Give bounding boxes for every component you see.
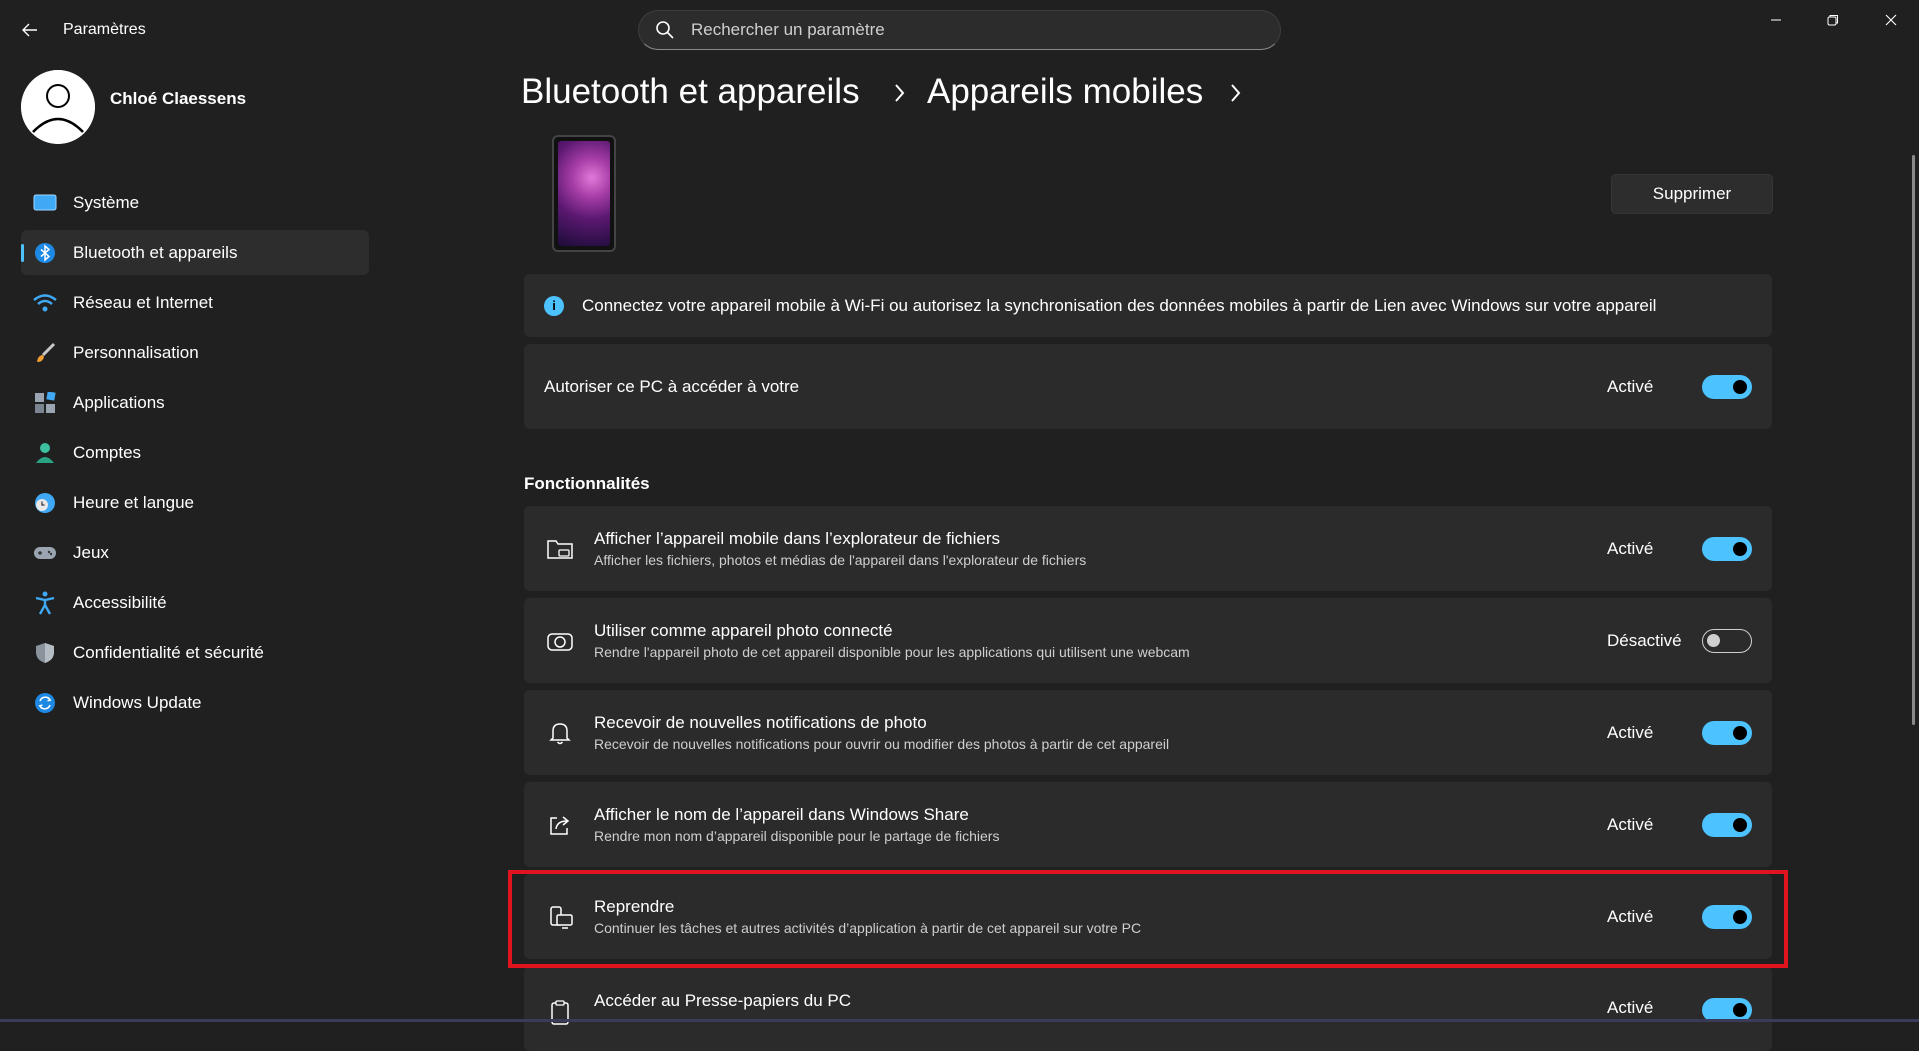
minimize-icon bbox=[1771, 19, 1781, 21]
photo-notifications-toggle[interactable] bbox=[1702, 720, 1752, 745]
restore-button[interactable] bbox=[1813, 8, 1853, 32]
toggle-state-label: Activé bbox=[1607, 906, 1654, 926]
sidebar-item-label: Personnalisation bbox=[73, 342, 199, 362]
person-icon bbox=[33, 441, 57, 465]
search-box[interactable] bbox=[638, 10, 1281, 50]
search-icon bbox=[656, 21, 674, 39]
clock-globe-icon bbox=[33, 491, 57, 515]
search-input[interactable] bbox=[689, 19, 1253, 41]
setting-subtitle: Continuer les tâches et autres activités… bbox=[594, 920, 1142, 936]
sidebar-item-label: Applications bbox=[73, 392, 165, 412]
resume-toggle[interactable] bbox=[1702, 904, 1752, 929]
setting-connected-camera: Utiliser comme appareil photo connecté Re… bbox=[524, 598, 1772, 683]
access-title: Autoriser ce PC à accéder à votre bbox=[544, 376, 800, 396]
monitor-icon bbox=[33, 191, 57, 215]
update-icon bbox=[33, 691, 57, 715]
setting-title: Recevoir de nouvelles notifications de p… bbox=[594, 713, 927, 732]
apps-icon bbox=[33, 391, 57, 415]
sidebar-item-label: Système bbox=[73, 192, 140, 212]
sidebar-nav: Système Bluetooth et appareils Réseau et… bbox=[21, 180, 369, 730]
sidebar-item-confidentialite[interactable]: Confidentialité et sécurité bbox=[21, 630, 369, 675]
sidebar-item-label: Comptes bbox=[73, 442, 142, 462]
sidebar-item-jeux[interactable]: Jeux bbox=[21, 530, 369, 575]
page-title: Appareils mobiles bbox=[927, 72, 1204, 111]
toggle-state-label: Activé bbox=[1607, 538, 1654, 558]
toggle-state-label: Activé bbox=[1607, 998, 1654, 1017]
close-icon bbox=[1885, 14, 1897, 26]
sidebar-item-windows-update[interactable]: Windows Update bbox=[21, 680, 369, 725]
setting-title: Utiliser comme appareil photo connecté bbox=[594, 621, 893, 640]
sidebar-item-heure-langue[interactable]: Heure et langue bbox=[21, 480, 369, 525]
resume-devices-icon bbox=[544, 901, 576, 933]
folder-icon bbox=[544, 533, 576, 565]
share-icon bbox=[544, 809, 576, 841]
phone-image bbox=[552, 135, 616, 252]
info-text: Connectez votre appareil mobile à Wi-Fi … bbox=[582, 295, 1657, 315]
access-setting: Autoriser ce PC à accéder à votre Activé bbox=[524, 344, 1772, 429]
setting-subtitle: Recevoir de nouvelles notifications pour… bbox=[594, 736, 1170, 752]
setting-photo-notifications: Recevoir de nouvelles notifications de p… bbox=[524, 690, 1772, 775]
setting-title: Accéder au Presse-papiers du PC bbox=[594, 991, 852, 1010]
file-explorer-toggle[interactable] bbox=[1702, 536, 1752, 561]
camera-icon bbox=[544, 625, 576, 657]
brush-icon bbox=[33, 341, 57, 365]
breadcrumb-parent[interactable]: Bluetooth et appareils bbox=[521, 72, 860, 112]
sidebar-item-label: Heure et langue bbox=[73, 492, 194, 512]
toggle-state-label: Activé bbox=[1607, 814, 1654, 834]
sidebar-item-comptes[interactable]: Comptes bbox=[21, 430, 369, 475]
sidebar-item-bluetooth[interactable]: Bluetooth et appareils bbox=[21, 230, 369, 275]
user-silhouette-icon bbox=[21, 70, 95, 144]
chevron-right-icon bbox=[895, 84, 905, 102]
setting-file-explorer: Afficher l’appareil mobile dans l’explor… bbox=[524, 506, 1772, 591]
sidebar-item-systeme[interactable]: Système bbox=[21, 180, 369, 225]
setting-subtitle: Rendre l'appareil photo de cet appareil … bbox=[594, 644, 1190, 660]
setting-title: Reprendre bbox=[594, 897, 675, 916]
access-toggle[interactable] bbox=[1702, 374, 1752, 399]
setting-title: Afficher le nom de l’appareil dans Windo… bbox=[594, 805, 969, 824]
toggle-state-label: Désactivé bbox=[1607, 630, 1682, 650]
sidebar-item-reseau[interactable]: Réseau et Internet bbox=[21, 280, 369, 325]
restore-icon bbox=[1827, 15, 1838, 26]
sidebar-item-personnalisation[interactable]: Personnalisation bbox=[21, 330, 369, 375]
gamepad-icon bbox=[33, 541, 57, 565]
section-title: Fonctionnalités bbox=[524, 474, 650, 493]
app-title: Paramètres bbox=[63, 21, 146, 38]
sidebar-item-label: Confidentialité et sécurité bbox=[73, 642, 264, 662]
back-arrow-icon bbox=[22, 23, 37, 37]
setting-resume: Reprendre Continuer les tâches et autres … bbox=[524, 874, 1772, 959]
scrollbar[interactable] bbox=[1912, 155, 1915, 725]
accessibility-icon bbox=[33, 591, 57, 615]
sidebar-item-accessibilite[interactable]: Accessibilité bbox=[21, 580, 369, 625]
toggle-state-label: Activé bbox=[1607, 722, 1654, 742]
user-name: Chloé Claessens bbox=[110, 89, 247, 108]
sidebar-item-label: Accessibilité bbox=[73, 592, 167, 612]
windows-share-toggle[interactable] bbox=[1702, 812, 1752, 837]
chevron-right-icon bbox=[1231, 84, 1241, 102]
close-button[interactable] bbox=[1871, 8, 1911, 32]
setting-subtitle: Rendre mon nom d’appareil disponible pou… bbox=[594, 828, 1000, 844]
bell-icon bbox=[544, 717, 576, 749]
toggle-state-label: Activé bbox=[1607, 376, 1654, 396]
sidebar-item-label: Réseau et Internet bbox=[73, 292, 213, 312]
sidebar-item-label: Jeux bbox=[73, 542, 109, 562]
setting-windows-share: Afficher le nom de l’appareil dans Windo… bbox=[524, 782, 1772, 867]
remove-device-button[interactable]: Supprimer bbox=[1611, 174, 1773, 214]
sidebar-item-label: Bluetooth et appareils bbox=[73, 242, 238, 262]
setting-subtitle: Afficher les fichiers, photos et médias … bbox=[594, 552, 1087, 568]
sidebar-item-label: Windows Update bbox=[73, 692, 202, 712]
avatar[interactable] bbox=[21, 70, 95, 144]
setting-pc-clipboard: Accéder au Presse-papiers du PC Activé bbox=[524, 966, 1772, 1051]
connected-camera-toggle[interactable] bbox=[1702, 628, 1752, 653]
bluetooth-icon bbox=[33, 241, 57, 265]
wifi-icon bbox=[33, 291, 57, 315]
minimize-button[interactable] bbox=[1756, 8, 1796, 32]
shield-icon bbox=[33, 641, 57, 665]
info-banner: i Connectez votre appareil mobile à Wi-F… bbox=[524, 274, 1772, 337]
back-button[interactable] bbox=[18, 18, 42, 42]
clipboard-icon bbox=[544, 996, 576, 1028]
setting-title: Afficher l’appareil mobile dans l’explor… bbox=[594, 529, 1001, 548]
info-icon: i bbox=[544, 295, 564, 316]
sidebar-item-applications[interactable]: Applications bbox=[21, 380, 369, 425]
